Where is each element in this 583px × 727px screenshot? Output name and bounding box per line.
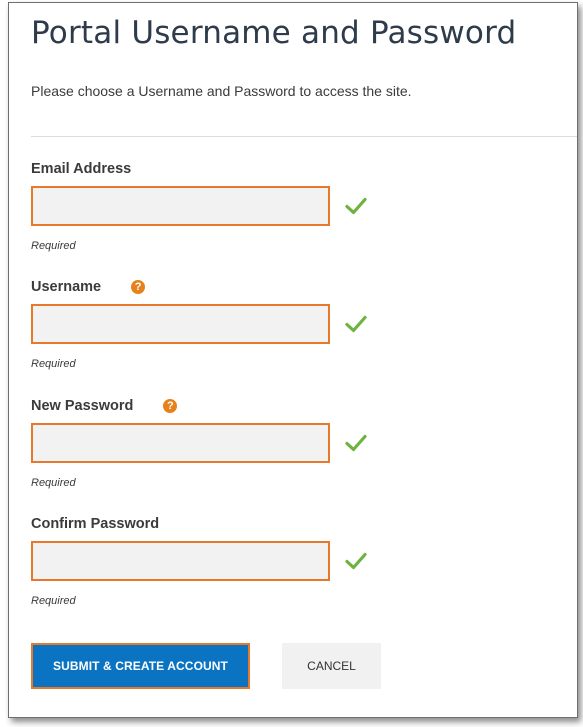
email-label: Email Address <box>31 159 551 179</box>
divider <box>31 136 577 137</box>
new-password-label-text: New Password <box>31 398 134 414</box>
page-title: Portal Username and Password <box>31 15 517 51</box>
new-password-required-note: Required <box>31 477 76 489</box>
email-required-note: Required <box>31 240 76 252</box>
email-input[interactable] <box>31 186 330 226</box>
username-required-note: Required <box>31 358 76 370</box>
confirm-password-field-group: Confirm Password Required <box>31 514 551 607</box>
email-input-row <box>31 186 551 226</box>
form-panel: Portal Username and Password Please choo… <box>8 2 578 718</box>
confirm-password-input-row <box>31 541 551 581</box>
question-circle-icon[interactable]: ? <box>163 399 178 413</box>
new-password-input[interactable] <box>31 423 330 463</box>
check-icon <box>345 197 367 215</box>
username-label-text: Username <box>31 279 102 295</box>
confirm-password-label-text: Confirm Password <box>31 516 160 532</box>
email-field-group: Email Address Required <box>31 159 551 252</box>
username-input-row <box>31 304 551 344</box>
new-password-input-row <box>31 423 551 463</box>
submit-create-account-button[interactable]: SUBMIT & CREATE ACCOUNT <box>31 643 250 689</box>
username-field-group: Username ? Required <box>31 277 551 370</box>
confirm-password-label: Confirm Password <box>31 514 551 534</box>
question-circle-icon[interactable]: ? <box>131 280 146 294</box>
new-password-label: New Password ? <box>31 396 551 416</box>
confirm-password-input[interactable] <box>31 541 330 581</box>
check-icon <box>345 315 367 333</box>
check-icon <box>345 434 367 452</box>
page-subtitle: Please choose a Username and Password to… <box>31 83 412 99</box>
check-icon <box>345 552 367 570</box>
new-password-field-group: New Password ? Required <box>31 396 551 489</box>
cancel-button[interactable]: CANCEL <box>282 643 381 689</box>
username-label: Username ? <box>31 277 551 297</box>
username-input[interactable] <box>31 304 330 344</box>
email-label-text: Email Address <box>31 161 132 177</box>
confirm-password-required-note: Required <box>31 595 76 607</box>
